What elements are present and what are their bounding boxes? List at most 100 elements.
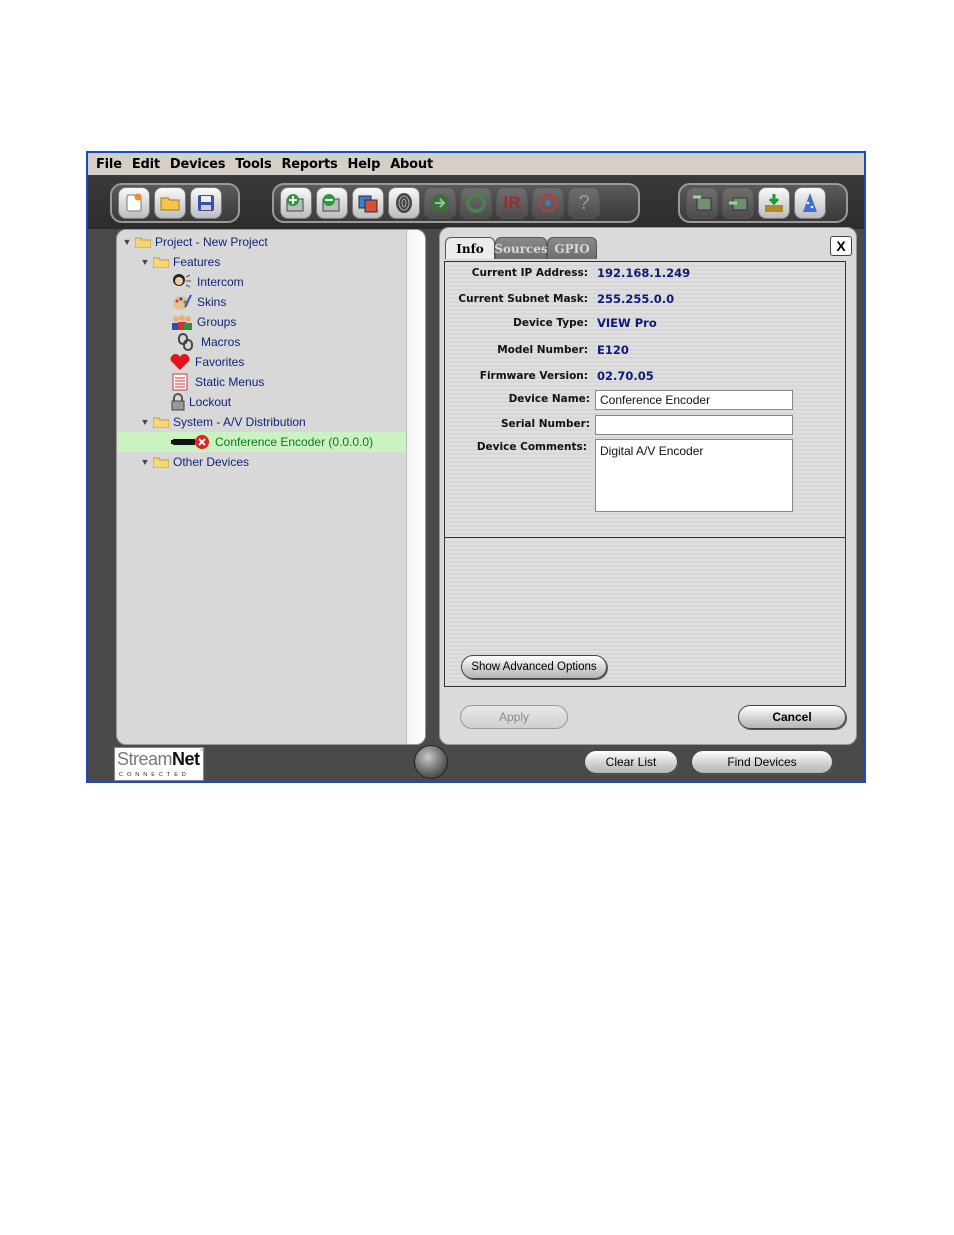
ip-address-label: Current IP Address: <box>471 267 588 279</box>
apply-button[interactable]: Apply <box>460 705 568 729</box>
open-folder-icon <box>160 197 180 211</box>
tree-item-intercom[interactable]: Intercom <box>117 272 407 292</box>
copy-device-icon <box>358 195 378 213</box>
fingerprint-icon <box>396 193 412 213</box>
menu-devices[interactable]: Devices <box>168 157 233 172</box>
ir-button[interactable]: IR <box>496 187 528 219</box>
tab-sources[interactable]: Sources <box>494 237 548 259</box>
folder-icon <box>153 257 169 268</box>
device-comments-textarea[interactable]: Digital A/V Encoder <box>595 439 793 512</box>
tree-other-label: Other Devices <box>173 455 250 469</box>
tree-item-macros[interactable]: Macros <box>117 332 407 352</box>
forward-arrow-icon <box>431 194 449 212</box>
add-device-button[interactable] <box>280 187 312 219</box>
device-name-input[interactable]: Conference Encoder <box>595 390 793 410</box>
download-button[interactable] <box>758 187 790 219</box>
menu-bar: File Edit Devices Tools Reports Help Abo… <box>88 153 864 175</box>
refresh-button[interactable] <box>460 187 492 219</box>
app-window: File Edit Devices Tools Reports Help Abo… <box>86 151 866 783</box>
remove-device-icon <box>322 194 340 212</box>
macros-chain-icon <box>175 333 197 351</box>
expand-arrow-icon[interactable]: ▼ <box>121 237 133 247</box>
expand-arrow-icon[interactable]: ▼ <box>139 457 151 467</box>
ir-icon: IR <box>503 193 521 212</box>
groups-people-icon <box>171 313 193 331</box>
tab-info[interactable]: Info <box>445 237 495 259</box>
tab-gpio[interactable]: GPIO <box>547 237 597 259</box>
streamnet-logo: StreamNet™ CONNECTED <box>114 747 206 781</box>
model-number-label: Model Number: <box>497 344 588 356</box>
menu-help[interactable]: Help <box>346 157 389 172</box>
toolbar-group-devices: IR ? <box>272 183 640 223</box>
copy-device-button[interactable] <box>352 187 384 219</box>
serial-number-input[interactable] <box>595 415 793 435</box>
logo-tagline: CONNECTED <box>119 772 190 778</box>
refresh-icon <box>466 193 486 213</box>
toolbar-group-transfer <box>678 183 848 223</box>
help-icon: ? <box>578 191 590 214</box>
target-icon <box>538 193 558 213</box>
folder-icon <box>135 237 151 248</box>
toolbar: IR ? <box>88 175 864 229</box>
wizard-icon <box>803 193 817 212</box>
fingerprint-button[interactable] <box>388 187 420 219</box>
download-icon <box>765 194 783 212</box>
intercom-icon <box>171 273 193 291</box>
tree-project[interactable]: ▼ Project - New Project <box>117 232 407 252</box>
tree-item-skins[interactable]: Skins <box>117 292 407 312</box>
menu-edit[interactable]: Edit <box>130 157 168 172</box>
model-number-value: E120 <box>597 343 629 357</box>
menu-tools[interactable]: Tools <box>233 157 279 172</box>
toolbar-group-file <box>110 183 240 223</box>
device-name-label: Device Name: <box>508 393 590 405</box>
tree-item-static-menus[interactable]: Static Menus <box>117 372 407 392</box>
import-button[interactable] <box>686 187 718 219</box>
tree-item-label: Macros <box>201 335 241 349</box>
forward-button[interactable] <box>424 187 456 219</box>
find-devices-button[interactable]: Find Devices <box>691 750 833 774</box>
tree-other-devices[interactable]: ▼ Other Devices <box>117 452 407 472</box>
project-tree: ▼ Project - New Project ▼ Features Inter… <box>116 229 426 745</box>
tree-features-label: Features <box>173 255 221 269</box>
tree-item-favorites[interactable]: Favorites <box>117 352 407 372</box>
menu-about[interactable]: About <box>388 157 441 172</box>
device-comments-label: Device Comments: <box>476 441 587 453</box>
show-advanced-options-button[interactable]: Show Advanced Options <box>461 655 607 679</box>
skins-palette-icon <box>171 293 193 311</box>
import-icon <box>693 195 712 211</box>
device-type-label: Device Type: <box>513 317 588 329</box>
remove-device-button[interactable] <box>316 187 348 219</box>
folder-icon <box>153 417 169 428</box>
help-button[interactable]: ? <box>568 187 600 219</box>
save-button[interactable] <box>190 187 222 219</box>
close-button[interactable]: X <box>830 236 852 256</box>
target-button[interactable] <box>532 187 564 219</box>
device-error-icon <box>171 433 211 451</box>
logo-wordmark: StreamNet™ <box>117 749 206 769</box>
firmware-version-value: 02.70.05 <box>597 369 654 383</box>
tree-scrollbar[interactable] <box>406 230 425 744</box>
export-button[interactable] <box>722 187 754 219</box>
menu-file[interactable]: File <box>94 157 130 172</box>
tree-features[interactable]: ▼ Features <box>117 252 407 272</box>
new-project-button[interactable] <box>118 187 150 219</box>
tree-device-conference-encoder[interactable]: Conference Encoder (0.0.0.0) <box>117 432 407 452</box>
favorites-heart-icon <box>169 353 191 371</box>
tree-item-lockout[interactable]: Lockout <box>117 392 407 412</box>
tree-item-label: Favorites <box>195 355 245 369</box>
serial-number-label: Serial Number: <box>500 418 590 430</box>
cancel-button[interactable]: Cancel <box>738 705 846 729</box>
expand-arrow-icon[interactable]: ▼ <box>139 417 151 427</box>
open-project-button[interactable] <box>154 187 186 219</box>
lockout-padlock-icon <box>169 393 187 411</box>
folder-icon <box>153 457 169 468</box>
clear-list-button[interactable]: Clear List <box>584 750 678 774</box>
wizard-button[interactable] <box>794 187 826 219</box>
tree-system[interactable]: ▼ System - A/V Distribution <box>117 412 407 432</box>
info-form: Current IP Address: 192.168.1.249 Curren… <box>444 261 846 687</box>
export-icon <box>729 197 748 211</box>
menu-reports[interactable]: Reports <box>279 157 345 172</box>
tree-device-label: Conference Encoder (0.0.0.0) <box>215 435 374 449</box>
tree-item-groups[interactable]: Groups <box>117 312 407 332</box>
expand-arrow-icon[interactable]: ▼ <box>139 257 151 267</box>
